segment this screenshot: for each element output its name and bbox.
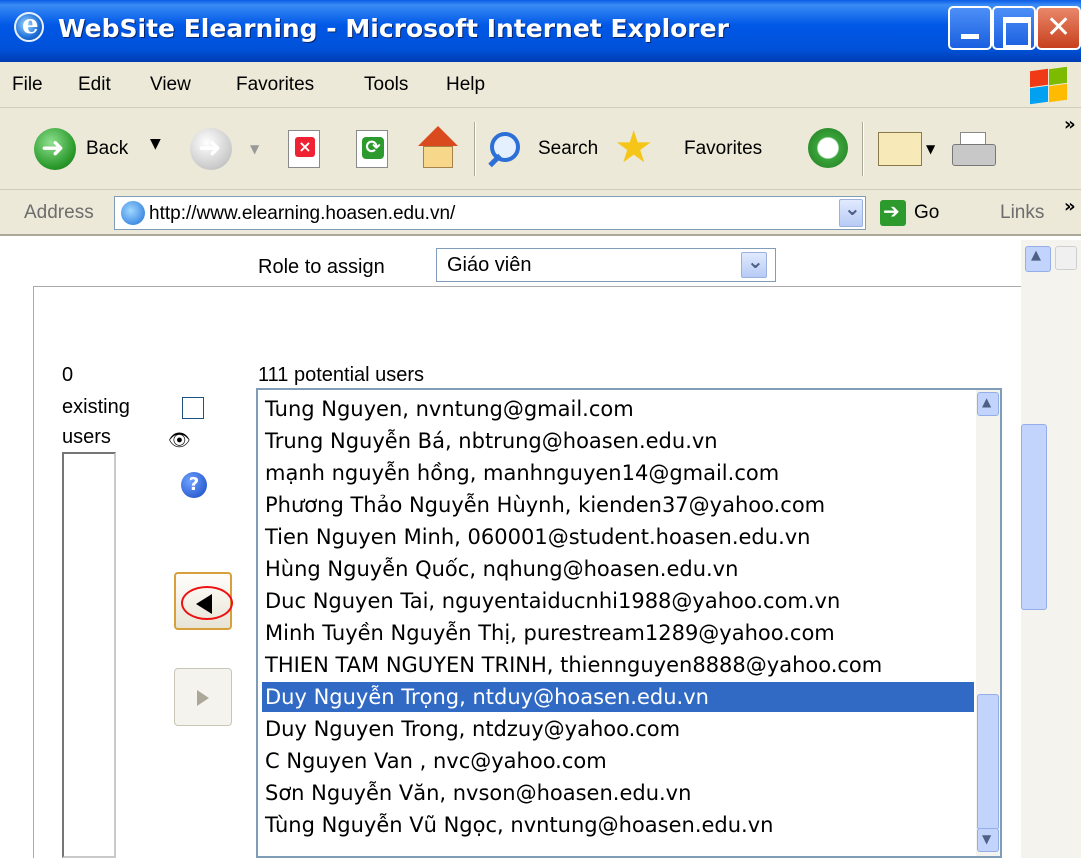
menu-file[interactable]: File	[12, 74, 43, 96]
search-label: Search	[538, 138, 599, 159]
list-item[interactable]: Tien Nguyen Minh, 060001@student.hoasen.…	[262, 522, 974, 552]
scroll-thumb[interactable]	[977, 694, 999, 830]
refresh-icon[interactable]: ⟳	[356, 130, 388, 168]
print-icon[interactable]	[952, 132, 996, 168]
back-button[interactable]: ➜ Back ▼	[30, 122, 178, 176]
list-item[interactable]: Hùng Nguyễn Quốc, nqhung@hoasen.edu.vn	[262, 554, 974, 584]
back-arrow-icon: ➜	[34, 128, 76, 170]
links-label[interactable]: Links	[1000, 202, 1044, 224]
existing-users-list[interactable]	[62, 452, 116, 858]
list-item[interactable]: Duc Nguyen Tai, nguyentaiducnhi1988@yaho…	[262, 586, 974, 616]
potential-users-list[interactable]: Tùng Nguyễn Vũ Ngọc, nvntung@hoasen.edu.…	[256, 388, 1002, 858]
address-bar: Address http://www.elearning.hoasen.edu.…	[0, 190, 1081, 236]
standard-toolbar: ➜ Back ▼ ➜ ▼ × ⟳ Search ★ Favorites ▼ »	[0, 108, 1081, 190]
existing-count: 0	[62, 364, 74, 386]
stop-icon[interactable]: ×	[288, 130, 320, 168]
role-select[interactable]: Giáo viên	[436, 248, 776, 282]
eye-icon: 👁	[168, 430, 191, 451]
list-item[interactable]: C Nguyen Van , nvc@yahoo.com	[262, 746, 974, 776]
address-input[interactable]: http://www.elearning.hoasen.edu.vn/	[114, 196, 866, 230]
role-select-value: Giáo viên	[447, 254, 532, 276]
toolbar-separator	[862, 122, 864, 176]
existing-users-label: users	[62, 426, 111, 448]
remove-user-button[interactable]	[174, 668, 232, 726]
close-button[interactable]	[1036, 6, 1081, 50]
menu-help[interactable]: Help	[446, 74, 485, 96]
list-item[interactable]: Tùng Nguyễn Vũ Ngọc, nvntung@hoasen.edu.…	[262, 810, 974, 840]
help-icon[interactable]: ?	[181, 472, 207, 498]
highlight-ring	[181, 586, 233, 620]
potential-users-label: 111 potential users	[258, 364, 425, 386]
existing-label: existing	[62, 396, 130, 418]
add-user-button[interactable]	[174, 572, 233, 630]
menu-edit[interactable]: Edit	[78, 74, 111, 96]
outer-scroll-up-icon[interactable]	[1055, 246, 1077, 270]
go-arrow-icon[interactable]	[880, 199, 906, 226]
menu-favorites[interactable]: Favorites	[236, 74, 314, 96]
scroll-down-icon[interactable]	[977, 828, 999, 852]
page-scroll-thumb[interactable]	[1021, 424, 1047, 610]
windows-logo-icon	[1028, 66, 1068, 105]
arrow-right-icon	[197, 690, 209, 706]
list-item[interactable]: Tung Nguyen, nvntung@gmail.com	[262, 394, 974, 424]
history-icon[interactable]	[808, 128, 848, 168]
favorites-star-icon: ★	[614, 122, 654, 173]
favorites-label: Favorites	[684, 138, 763, 159]
forward-icon[interactable]: ➜	[190, 128, 232, 170]
scroll-up-icon[interactable]	[977, 392, 999, 416]
home-icon[interactable]	[414, 126, 462, 172]
favorites-button[interactable]: ★ Favorites	[614, 122, 784, 176]
back-label: Back	[86, 138, 129, 159]
list-item[interactable]: Minh Tuyền Nguyễn Thị, purestream1289@ya…	[262, 618, 974, 648]
go-button[interactable]: Go	[914, 202, 939, 224]
page-scroll-up-icon[interactable]	[1025, 246, 1051, 272]
menu-tools[interactable]: Tools	[364, 74, 408, 96]
ie-icon	[14, 10, 44, 42]
links-overflow-icon[interactable]: »	[1064, 196, 1076, 217]
list-item[interactable]: Duy Nguyễn Trọng, ntduy@hoasen.edu.vn	[262, 682, 974, 712]
list-item[interactable]: mạnh nguyễn hồng, manhnguyen14@gmail.com	[262, 458, 974, 488]
list-item[interactable]: Trung Nguyễn Bá, nbtrung@hoasen.edu.vn	[262, 426, 974, 456]
role-label: Role to assign	[258, 256, 385, 278]
address-label: Address	[24, 202, 94, 223]
list-item[interactable]: THIEN TAM NGUYEN TRINH, thiennguyen8888@…	[262, 650, 974, 680]
list-item[interactable]: Phương Thảo Nguyễn Hùynh, kienden37@yaho…	[262, 490, 974, 520]
mail-icon[interactable]	[878, 132, 922, 166]
address-url: http://www.elearning.hoasen.edu.vn/	[149, 203, 456, 224]
search-button[interactable]: Search	[486, 122, 610, 176]
address-dropdown-icon[interactable]	[839, 196, 863, 227]
page-icon	[121, 201, 145, 225]
menu-bar: File Edit View Favorites Tools Help	[0, 62, 1081, 108]
mail-dropdown-icon[interactable]: ▼	[926, 142, 935, 156]
window-title: WebSite Elearning - Microsoft Internet E…	[58, 14, 729, 43]
toolbar-separator	[474, 122, 476, 176]
title-bar: WebSite Elearning - Microsoft Internet E…	[0, 0, 1081, 62]
forward-dropdown-icon[interactable]: ▼	[250, 142, 259, 156]
list-item[interactable]: Duy Nguyen Trong, ntdzuy@yahoo.com	[262, 714, 974, 744]
minimize-button[interactable]	[948, 6, 992, 50]
chevron-down-icon[interactable]	[741, 249, 767, 278]
list-item[interactable]: Sơn Nguyễn Văn, nvson@hoasen.edu.vn	[262, 778, 974, 808]
toolbar-overflow-icon[interactable]: »	[1064, 114, 1076, 135]
list-scrollbar[interactable]	[976, 390, 1000, 856]
maximize-button[interactable]	[992, 6, 1036, 50]
back-dropdown-icon[interactable]: ▼	[150, 136, 161, 152]
menu-view[interactable]: View	[150, 74, 191, 96]
show-checkbox[interactable]	[182, 397, 204, 419]
